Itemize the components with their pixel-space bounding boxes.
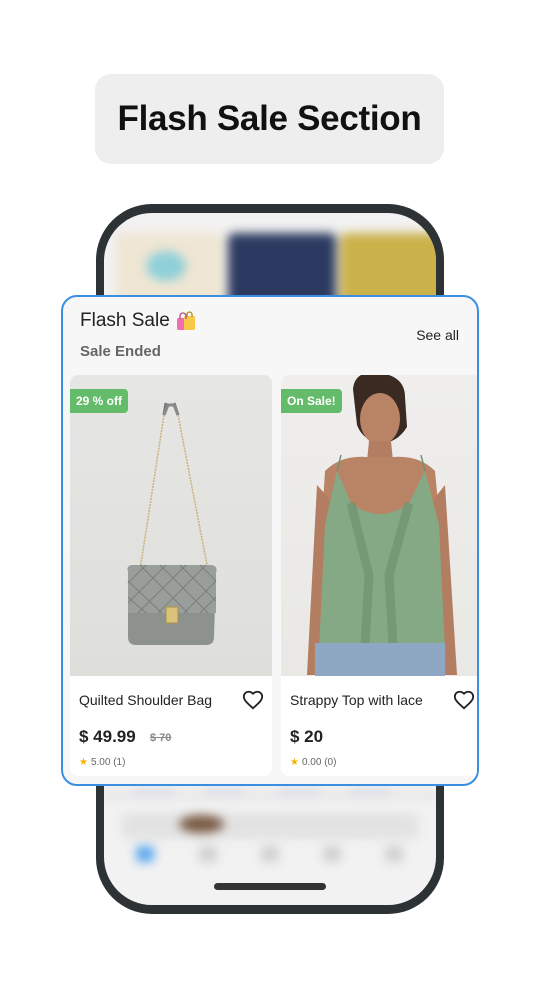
shop-icon[interactable]: [199, 846, 217, 862]
home-icon[interactable]: [136, 846, 154, 862]
on-sale-badge: On Sale!: [281, 389, 342, 413]
sale-status: Sale Ended: [80, 343, 161, 360]
original-price: $ 70: [150, 732, 172, 744]
shopping-bags-icon: [176, 311, 196, 331]
rating-value: 5.00 (1): [90, 757, 126, 768]
product-price: $ 20: [290, 727, 324, 746]
flash-sale-title: Flash Sale: [80, 310, 170, 331]
blurred-banner-image: [179, 815, 224, 833]
product-rating: ★ 5.00 (1): [79, 757, 125, 768]
product-price: $ 49.99: [79, 727, 136, 746]
blurred-banner: [122, 813, 418, 839]
heart-outline-icon[interactable]: [453, 689, 475, 711]
cart-icon[interactable]: [323, 846, 341, 862]
product-card[interactable]: 29 % off Quilted Shoulder Bag $ 49.99 $ …: [70, 375, 272, 776]
star-icon: ★: [290, 757, 299, 768]
page-heading-pill: Flash Sale Section: [95, 74, 444, 164]
heart-outline-icon[interactable]: [242, 689, 264, 711]
blurred-chip: [349, 788, 389, 794]
product-card[interactable]: On Sale! Strappy Top with lace $ 20 ★ 0.…: [281, 375, 477, 776]
product-rating: ★ 0.00 (0): [290, 757, 336, 768]
page-heading: Flash Sale Section: [117, 99, 422, 138]
discount-badge: 29 % off: [70, 389, 129, 413]
blurred-chip: [134, 788, 174, 794]
flash-sale-title-row: Flash Sale: [80, 310, 196, 332]
profile-icon[interactable]: [385, 846, 403, 862]
product-name[interactable]: Strappy Top with lace: [290, 692, 423, 708]
product-name[interactable]: Quilted Shoulder Bag: [79, 692, 212, 708]
flash-sale-card: Flash Sale Sale Ended See all 29 % off Q…: [61, 295, 479, 786]
quilted-bag-image[interactable]: 29 % off: [70, 375, 272, 676]
star-icon: ★: [79, 757, 88, 768]
model-green-top-image[interactable]: On Sale!: [281, 375, 477, 676]
see-all-link[interactable]: See all: [416, 327, 459, 343]
rating-value: 0.00 (0): [301, 757, 337, 768]
search-icon[interactable]: [261, 846, 279, 862]
home-indicator: [214, 883, 326, 890]
blurred-chip: [279, 788, 319, 794]
blurred-chip: [204, 788, 244, 794]
